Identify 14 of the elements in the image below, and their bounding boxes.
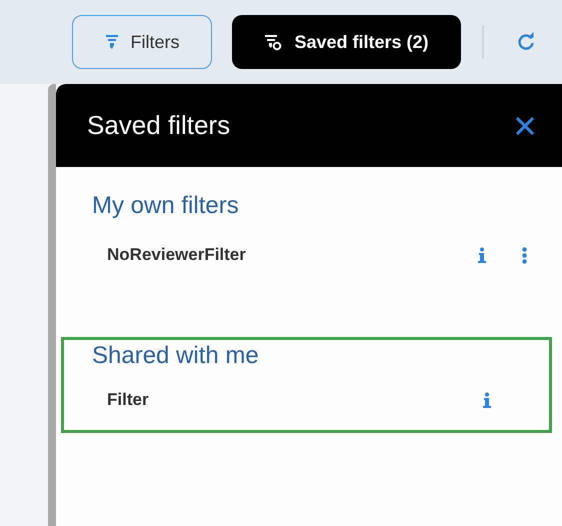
filter-icon <box>104 34 118 50</box>
info-icon[interactable] <box>478 247 486 263</box>
refresh-icon[interactable] <box>516 32 536 52</box>
close-icon[interactable] <box>514 114 536 136</box>
filters-button[interactable]: Filters <box>72 15 212 69</box>
section-title: My own filters <box>92 192 240 220</box>
info-icon[interactable] <box>483 392 491 408</box>
more-icon[interactable] <box>522 246 527 264</box>
saved-filters-button[interactable]: Saved filters (2) <box>232 15 461 69</box>
filter-name[interactable]: Filter <box>107 390 149 410</box>
filter-name[interactable]: NoReviewerFilter <box>107 245 246 265</box>
panel-title: Saved filters <box>87 110 230 141</box>
filter-icon <box>264 34 282 50</box>
section-title: Shared with me <box>92 342 260 370</box>
